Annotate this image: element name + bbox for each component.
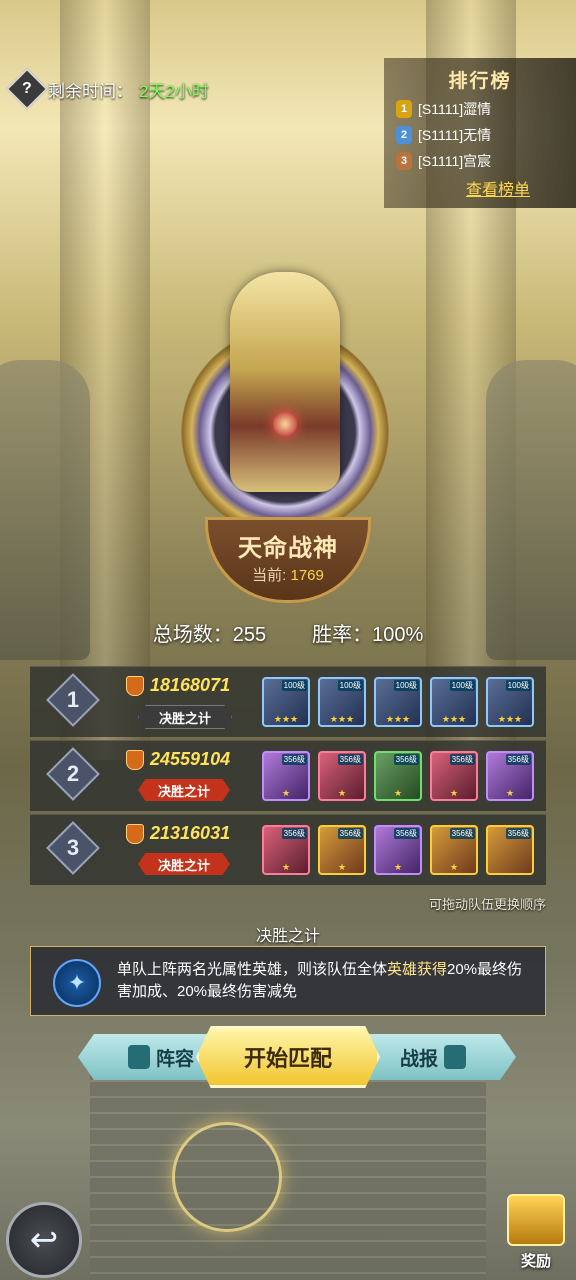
tactic-tag[interactable]: 决胜之计 [138,705,232,729]
power-shield-icon [126,749,144,770]
hero-card[interactable]: 356级 ★ [374,751,422,801]
shield-icon [127,1045,150,1069]
stats-row: 总场数：255 胜率：100% [0,618,576,647]
team-row[interactable]: 3 21316031 决胜之计 356级 ★ 356级 ★ 356级 ★ 356级 ★ … [30,814,546,885]
remaining-time: ? 剩余时间： 2天2小时 [5,67,209,111]
tactic-description: 单队上阵两名光属性英雄，则该队伍全体英雄获得20%最终伤害加成、20%最终伤害减… [117,961,523,1000]
remaining-time-value: 2天2小时 [139,81,209,101]
power-shield-icon [126,823,144,844]
remaining-time-label: 剩余时间： [48,81,133,101]
hero-card[interactable]: 356级 ★ [318,751,366,801]
rank-plaque: 天命战神 当前: 1769 [205,517,371,603]
hero-card[interactable]: 100级 ★★★ [374,677,422,727]
view-leaderboard-link[interactable]: 查看榜单 [466,176,530,200]
power-value: 24559104 [150,749,231,769]
back-button[interactable]: ↩ [6,1202,82,1278]
start-match-button[interactable]: 开始匹配 [196,1026,380,1088]
drag-hint: 可拖动队伍更换顺序 [428,897,546,912]
hero-card[interactable]: 356级 ★ [486,751,534,801]
silver-medal-icon: 2 [396,126,412,144]
tactic-section-title: 决胜之计 [255,928,320,945]
team-number-badge: 2 [46,747,100,801]
back-arrow-icon: ↩ [29,1221,59,1259]
battle-report-label: 战报 [399,1048,438,1070]
hero-card[interactable]: 100级 ★★★ [318,677,366,727]
background-statue [486,360,576,660]
hero-card[interactable]: 100级 ★★★ [262,677,310,727]
bronze-medal-icon: 3 [396,152,412,170]
team-power: 21316031 [126,823,230,844]
hero-list: 356级 ★ 356级 ★ 356级 ★ 356级 ★ 356级 [262,825,534,875]
leaderboard-name: [S1111]宫宸 [418,153,492,169]
rank-emblem: 天命战神 当前: 1769 [175,262,395,603]
leaderboard-name: [S1111]无情 [418,127,492,143]
reward-label: 奖励 [520,1253,551,1270]
hero-card[interactable]: 100级 ★★★ [430,677,478,727]
current-score: 当前: 1769 [208,564,368,585]
hero-card[interactable]: 356级 ★ [262,825,310,875]
gift-box-icon [507,1194,565,1246]
hero-card[interactable]: 356级 ★ [318,825,366,875]
hero-list: 356级 ★ 356级 ★ 356级 ★ 356级 ★ 356级 ★ [262,751,534,801]
hero-card[interactable]: 356级 ★ [430,751,478,801]
question-icon[interactable]: ? [5,67,49,111]
report-book-icon [444,1045,466,1069]
team-number-badge: 3 [46,821,100,875]
leaderboard-entry: 3 [S1111]宫宸 [396,151,576,171]
tactic-tag[interactable]: 决胜之计 [138,853,230,875]
tactic-description-box: ✦ 单队上阵两名光属性英雄，则该队伍全体英雄获得20%最终伤害加成、20%最终伤… [30,946,546,1016]
gem-icon [273,412,297,436]
current-score-value: 1769 [290,567,324,584]
win-rate: 胜率：100% [312,624,424,646]
power-shield-icon [126,675,144,696]
hero-card[interactable]: 356级 ★ [374,825,422,875]
hero-card[interactable]: 356级 [486,825,534,875]
total-matches: 总场数：255 [152,624,267,646]
team-row[interactable]: 2 24559104 决胜之计 356级 ★ 356级 ★ 356级 ★ 356级 ★ … [30,740,546,811]
hero-card[interactable]: 356级 ★ [430,825,478,875]
leaderboard-entry: 1 [S1111]澀情 [396,99,576,119]
tactic-emblem-icon: ✦ [53,959,101,1007]
gold-medal-icon: 1 [396,100,412,118]
power-value: 18168071 [150,675,231,695]
leaderboard-name: [S1111]澀情 [418,101,492,117]
leaderboard-entry: 2 [S1111]无情 [396,125,576,145]
team-power: 24559104 [126,749,230,770]
background-statue [0,360,90,660]
team-row[interactable]: 1 18168071 决胜之计 100级 ★★★ 100级 ★★★ 100级 ★★★ … [30,666,546,737]
hero-list: 100级 ★★★ 100级 ★★★ 100级 ★★★ 100级 ★★★ 100级 ★★★ [262,677,534,727]
hero-card[interactable]: 356级 ★ [262,751,310,801]
hero-card[interactable]: 100级 ★★★ [486,677,534,727]
team-number-badge: 1 [46,673,100,727]
leaderboard-title: 排行榜 [448,71,512,92]
power-value: 21316031 [150,823,231,843]
leaderboard-panel: 排行榜 1 [S1111]澀情 2 [S1111]无情 3 [S1111]宫宸 … [384,58,576,208]
lineup-label: 阵容 [155,1048,194,1070]
warrior-helmet-icon [230,272,340,492]
team-power: 18168071 [126,675,230,696]
reward-button[interactable]: 奖励 [506,1194,566,1274]
rank-title: 天命战神 [238,535,338,562]
tactic-tag[interactable]: 决胜之计 [138,779,230,801]
battle-report-button[interactable]: 战报 [356,1034,516,1080]
current-score-label: 当前: [252,567,287,584]
glow-ring-decoration [172,1122,282,1232]
